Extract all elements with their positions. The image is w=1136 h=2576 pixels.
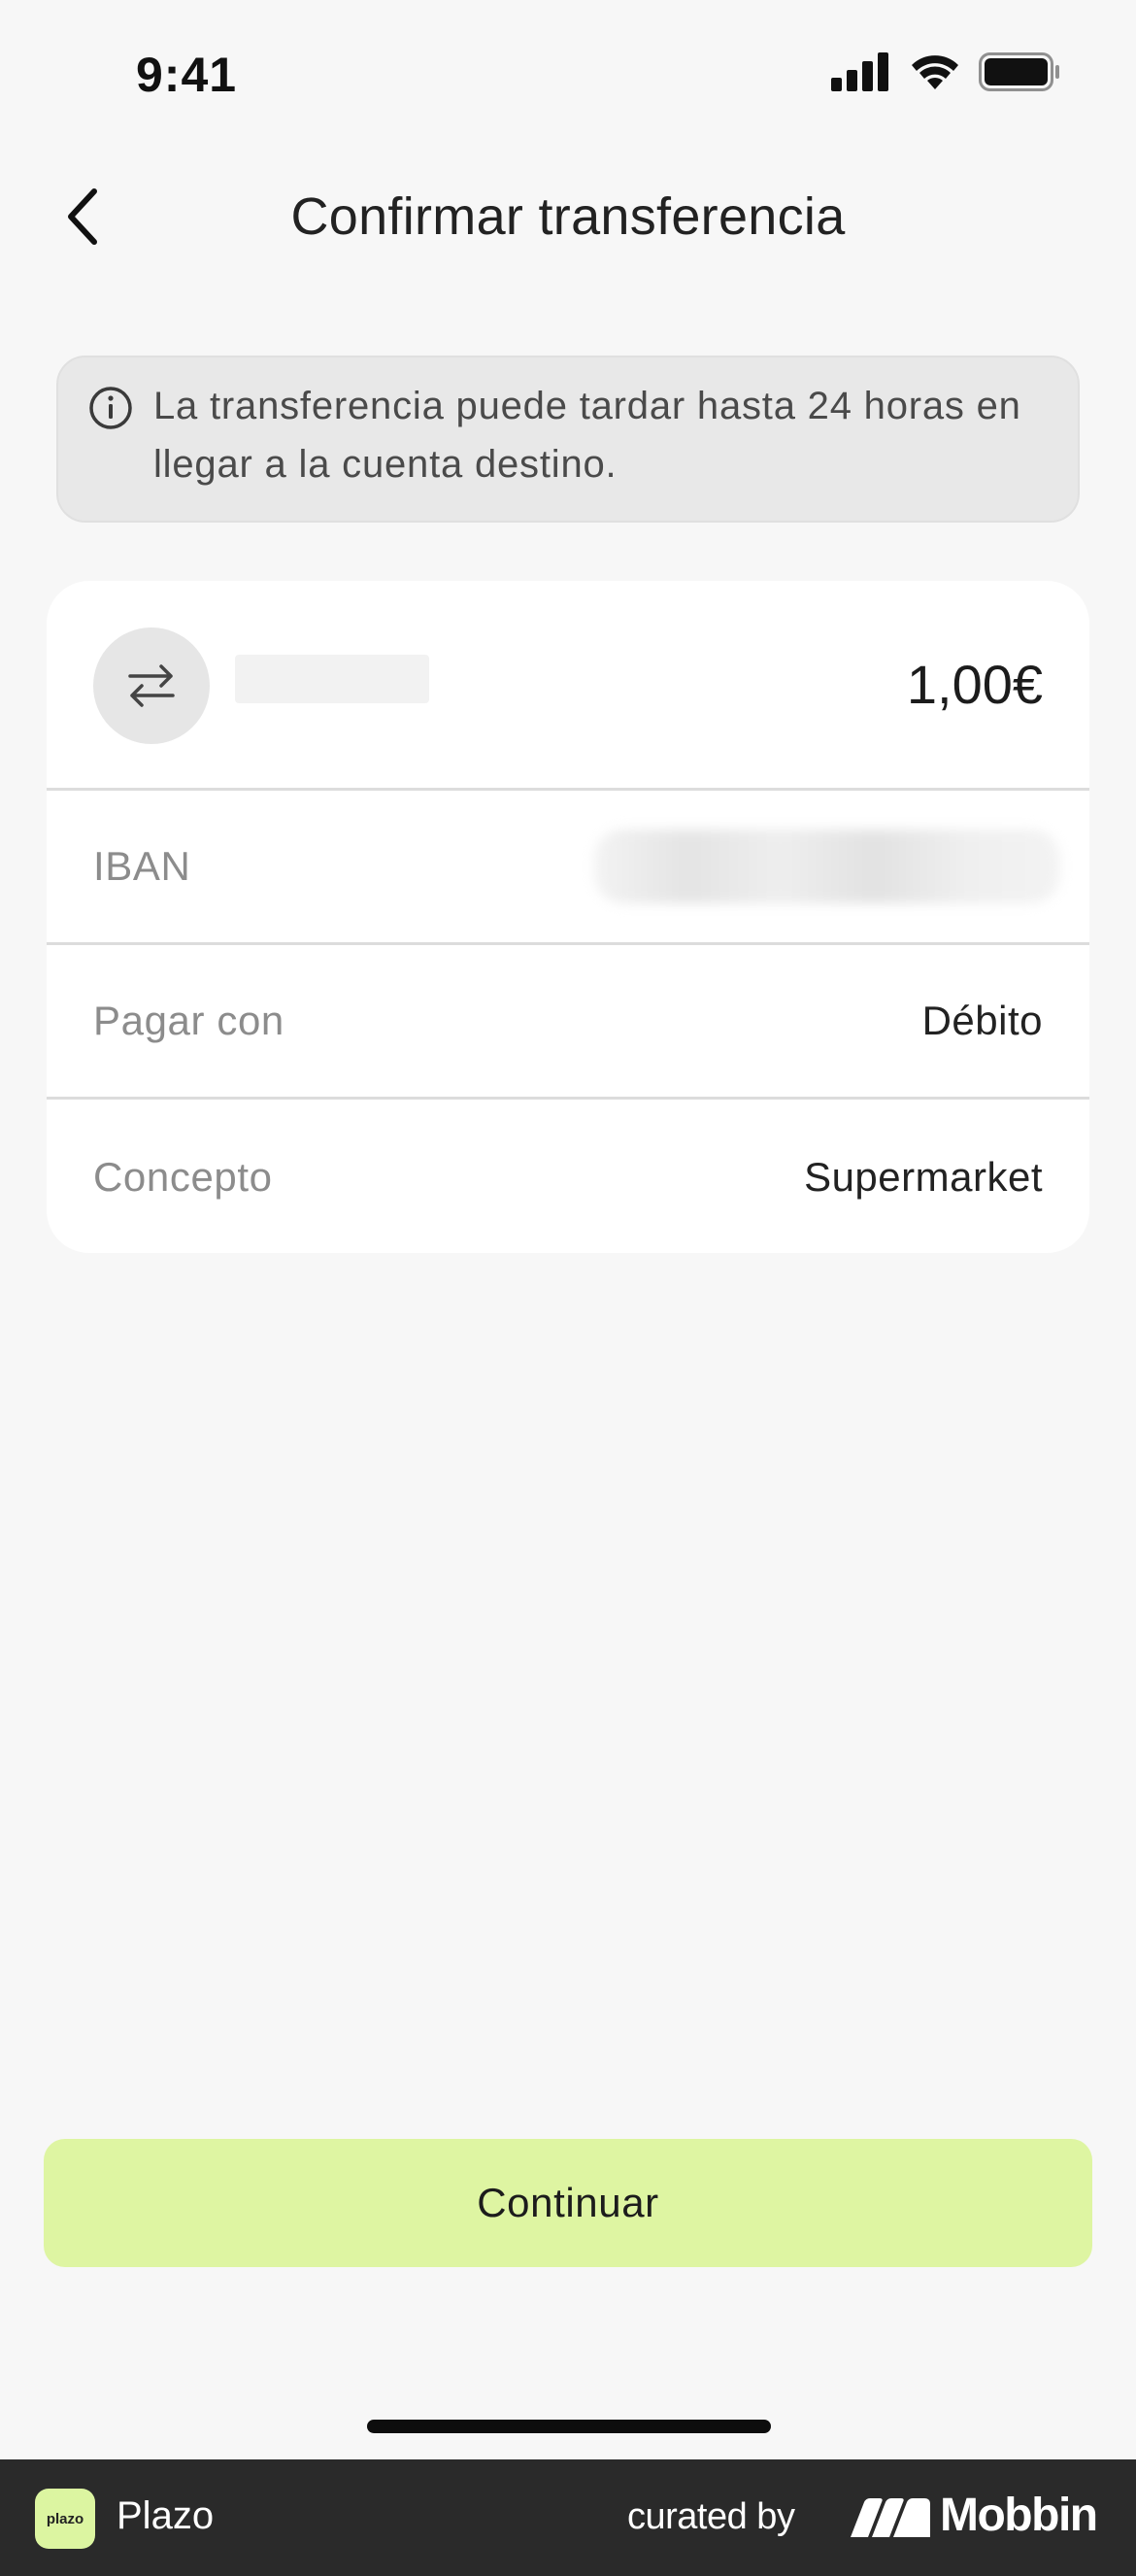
app-logo: plazo xyxy=(35,2489,95,2549)
detail-row-payment-method: Pagar con Débito xyxy=(47,945,1089,1100)
page-title: Confirmar transferencia xyxy=(290,187,846,246)
home-indicator xyxy=(367,2420,771,2433)
mobbin-logo-icon xyxy=(851,2498,930,2537)
transfer-amount: 1,00€ xyxy=(906,654,1043,715)
cellular-signal-icon xyxy=(831,52,888,91)
iban-redacted-value xyxy=(594,830,1060,903)
curated-by-text: curated by xyxy=(627,2496,795,2537)
status-time: 9:41 xyxy=(136,48,238,102)
detail-row-iban: IBAN xyxy=(47,791,1089,945)
info-banner-text: La transferencia puede tardar hasta 24 h… xyxy=(153,385,1021,486)
app-logo-text: plazo xyxy=(46,2510,84,2527)
detail-value: Débito xyxy=(921,998,1043,1043)
app-name: Plazo xyxy=(117,2494,215,2537)
info-icon xyxy=(89,387,132,429)
detail-label: IBAN xyxy=(93,843,191,889)
detail-label: Concepto xyxy=(93,1153,273,1200)
status-bar: 9:41 xyxy=(0,0,1136,146)
detail-label: Pagar con xyxy=(93,998,284,1043)
transfer-details-card: 1,00€ IBAN Pagar con Débito Concepto Sup… xyxy=(47,581,1089,1253)
continue-button[interactable]: Continuar xyxy=(44,2139,1092,2267)
status-icons xyxy=(831,52,1060,91)
wifi-icon xyxy=(912,55,958,89)
detail-value: Supermarket xyxy=(804,1153,1043,1200)
footer-bar: plazo Plazo curated by Mobbin xyxy=(0,2459,1136,2576)
detail-row-concept: Concepto Supermarket xyxy=(47,1100,1089,1253)
transfer-avatar xyxy=(93,627,210,744)
header: Confirmar transferencia xyxy=(0,165,1136,272)
info-banner: La transferencia puede tardar hasta 24 h… xyxy=(56,356,1080,523)
transfer-summary-row: 1,00€ xyxy=(47,581,1089,791)
recipient-name-redacted xyxy=(235,655,429,703)
transfer-arrows-icon xyxy=(128,664,175,707)
battery-icon xyxy=(979,52,1059,91)
mobbin-brand-name: Mobbin xyxy=(940,2490,1098,2541)
